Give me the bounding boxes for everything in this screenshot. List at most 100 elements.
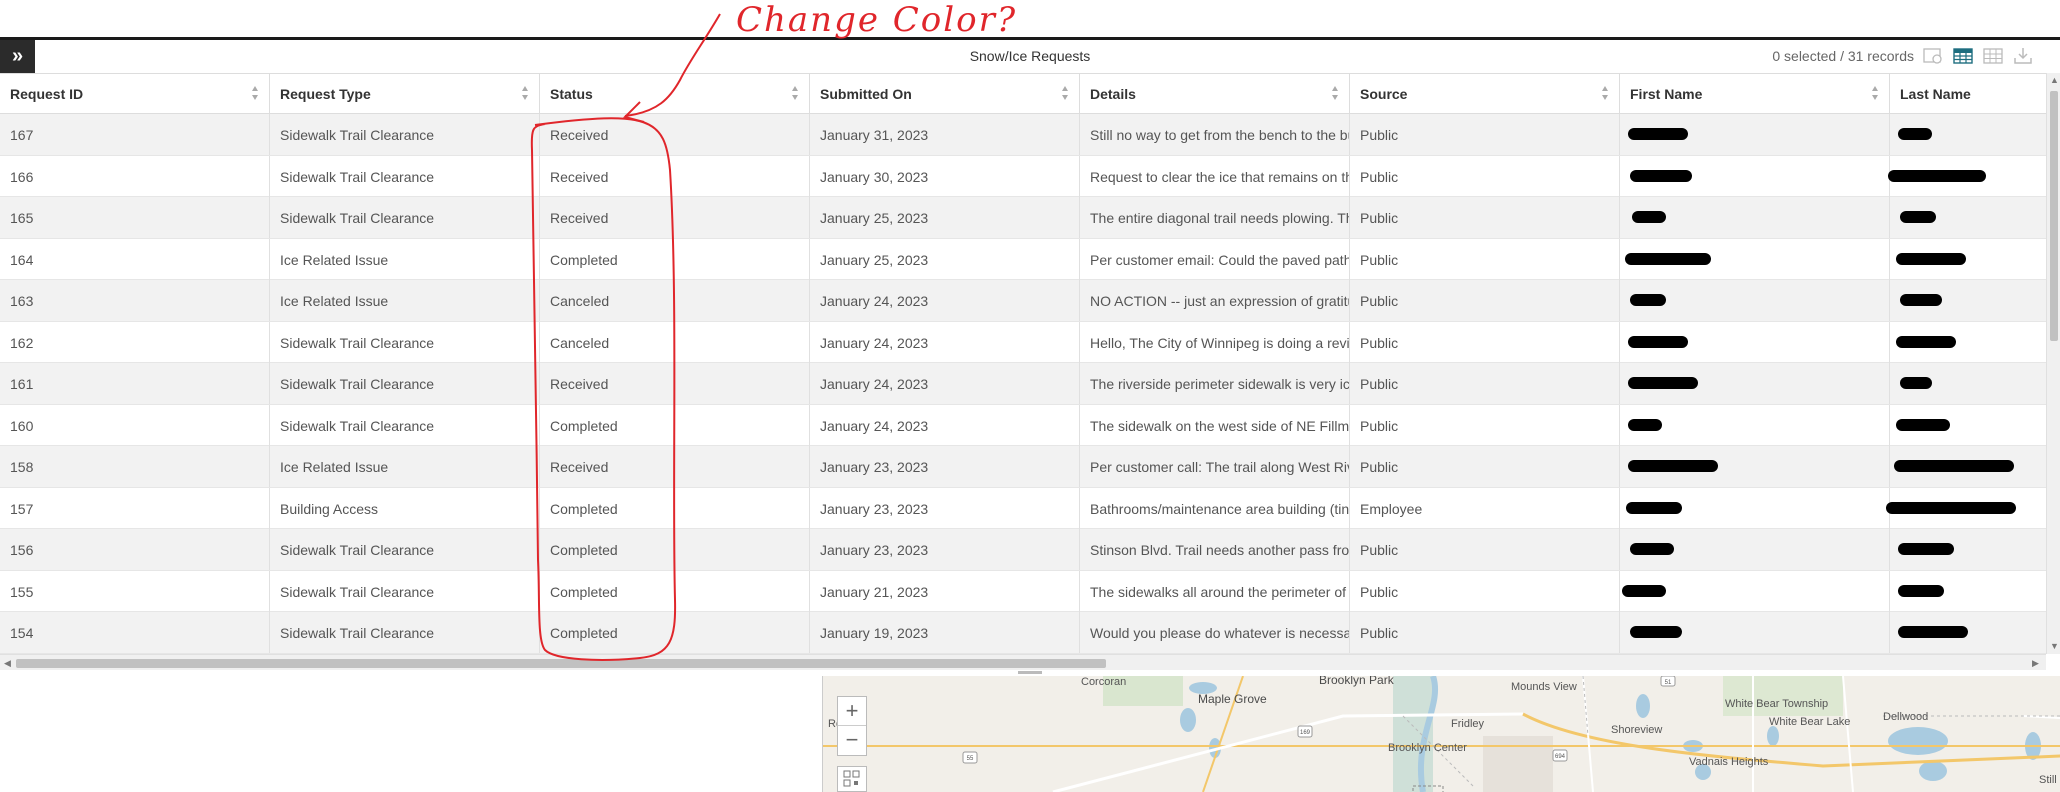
cell-request-type: Building Access [270, 487, 540, 529]
cell-status: Received [540, 197, 810, 238]
column-header-label: Status [550, 86, 593, 102]
redaction-mark [1630, 169, 1692, 182]
redaction-mark [1630, 294, 1666, 306]
sort-icon[interactable] [521, 85, 529, 101]
cell-request-id: 161 [0, 363, 270, 404]
table-row[interactable]: 162 Sidewalk Trail Clearance Canceled Janua… [0, 321, 2046, 363]
zoom-out-button[interactable]: − [838, 726, 866, 755]
cell-source: Public [1350, 612, 1620, 653]
cell-request-type: Sidewalk Trail Clearance [270, 114, 540, 155]
redaction-mark [1632, 211, 1666, 223]
filter-by-extent-icon[interactable] [1922, 46, 1944, 66]
column-header-request-id[interactable]: Request ID [0, 74, 270, 115]
top-blank-area [0, 0, 2060, 38]
column-header-status[interactable]: Status [540, 74, 810, 115]
cell-status: Completed [540, 612, 810, 653]
vertical-scroll-thumb[interactable] [2050, 91, 2058, 341]
cell-details: NO ACTION -- just an expression of grati… [1080, 280, 1350, 321]
map-label: Still [2039, 774, 2057, 786]
sort-icon[interactable] [251, 85, 259, 101]
sort-icon[interactable] [1871, 85, 1879, 101]
cell-source: Public [1350, 570, 1620, 612]
horizontal-scrollbar[interactable]: ◀ ▶ [0, 654, 2046, 670]
table-row[interactable]: 160 Sidewalk Trail Clearance Completed Janu… [0, 404, 2046, 446]
table-row[interactable]: 157 Building Access Completed January 23, 2… [0, 487, 2046, 529]
table-row[interactable]: 163 Ice Related Issue Canceled January 24, … [0, 280, 2046, 322]
cell-request-id: 158 [0, 446, 270, 487]
cell-status: Received [540, 446, 810, 487]
table-view-icon[interactable] [1952, 46, 1974, 66]
column-header-request-type[interactable]: Request Type [270, 74, 540, 115]
table-row[interactable]: 154 Sidewalk Trail Clearance Completed Janu… [0, 612, 2046, 654]
cell-request-type: Sidewalk Trail Clearance [270, 321, 540, 363]
table-row[interactable]: 167 Sidewalk Trail Clearance Received Janua… [0, 114, 2046, 156]
column-header-source[interactable]: Source [1350, 74, 1620, 115]
cell-source: Public [1350, 321, 1620, 363]
cell-details: The sidewalks all around the perimeter o… [1080, 570, 1350, 612]
export-icon[interactable] [2012, 46, 2034, 66]
table-header: Request ID Request Type Status Submitted… [0, 73, 2046, 115]
map-view[interactable]: 169 55 694 51 Corcoran Maple Grove Brook… [822, 676, 2060, 792]
redaction-mark [1900, 294, 1942, 306]
vertical-scrollbar[interactable]: ▲ ▼ [2046, 73, 2060, 654]
horizontal-scroll-thumb[interactable] [16, 659, 1106, 668]
cell-status: Completed [540, 404, 810, 446]
redaction-mark [1625, 252, 1711, 265]
column-header-details[interactable]: Details [1080, 74, 1350, 115]
scroll-left-arrow-icon[interactable]: ◀ [4, 658, 11, 669]
table-row[interactable]: 156 Sidewalk Trail Clearance Completed Janu… [0, 529, 2046, 571]
sort-icon[interactable] [1331, 85, 1339, 101]
sort-icon[interactable] [1601, 85, 1609, 101]
map-label: White Bear Township [1725, 698, 1829, 710]
annotation-text: Change Color? [736, 0, 1018, 40]
column-header-last-name[interactable]: Last Name [1890, 74, 2050, 115]
column-header-label: Last Name [1900, 86, 1971, 102]
column-header-first-name[interactable]: First Name [1620, 74, 1890, 115]
map-label: Vadnais Heights [1689, 756, 1769, 768]
svg-text:55: 55 [967, 756, 974, 762]
table-row[interactable]: 165 Sidewalk Trail Clearance Received Janua… [0, 197, 2046, 239]
redaction-mark [1628, 335, 1688, 348]
attribute-table: Request ID Request Type Status Submitted… [0, 73, 2060, 673]
cell-submitted-on: January 23, 2023 [810, 529, 1080, 570]
zoom-in-button[interactable]: + [838, 697, 866, 726]
zoom-control: + − [837, 696, 867, 756]
show-hide-columns-icon[interactable] [1982, 46, 2004, 66]
cell-request-id: 165 [0, 197, 270, 238]
column-header-label: Details [1090, 86, 1136, 102]
column-header-submitted-on[interactable]: Submitted On [810, 74, 1080, 115]
cell-submitted-on: January 24, 2023 [810, 404, 1080, 446]
cell-source: Public [1350, 446, 1620, 487]
column-header-label: Submitted On [820, 86, 912, 102]
cell-source: Public [1350, 114, 1620, 155]
map-overview-button[interactable] [837, 766, 867, 792]
table-row[interactable]: 164 Ice Related Issue Completed January 25,… [0, 238, 2046, 280]
sort-icon[interactable] [1061, 85, 1069, 101]
scroll-right-arrow-icon[interactable]: ▶ [2032, 658, 2039, 669]
scroll-up-arrow-icon[interactable]: ▲ [2050, 75, 2059, 85]
resize-handle[interactable] [1018, 671, 1042, 674]
table-row[interactable]: 161 Sidewalk Trail Clearance Received Janua… [0, 363, 2046, 405]
cell-submitted-on: January 24, 2023 [810, 280, 1080, 321]
map-label: White Bear Lake [1769, 716, 1851, 728]
cell-submitted-on: January 23, 2023 [810, 487, 1080, 529]
cell-request-type: Ice Related Issue [270, 280, 540, 321]
redaction-mark [1894, 460, 2014, 472]
redaction-mark [1630, 543, 1674, 555]
cell-status: Completed [540, 529, 810, 570]
cell-request-type: Sidewalk Trail Clearance [270, 197, 540, 238]
road-shield: 694 [1552, 749, 1568, 762]
redaction-mark [1888, 169, 1986, 182]
table-row[interactable]: 155 Sidewalk Trail Clearance Completed Janu… [0, 570, 2046, 612]
table-row[interactable]: 166 Sidewalk Trail Clearance Received Janua… [0, 155, 2046, 197]
cell-request-id: 164 [0, 238, 270, 280]
map-label: Brooklyn Park [1319, 676, 1394, 687]
sort-icon[interactable] [791, 85, 799, 101]
cell-request-id: 154 [0, 612, 270, 653]
map-label: Fridley [1451, 718, 1485, 730]
scroll-down-arrow-icon[interactable]: ▼ [2050, 641, 2059, 651]
cell-status: Canceled [540, 321, 810, 363]
cell-request-type: Sidewalk Trail Clearance [270, 529, 540, 570]
column-header-label: Request Type [280, 86, 371, 102]
table-row[interactable]: 158 Ice Related Issue Received January 23, … [0, 446, 2046, 488]
